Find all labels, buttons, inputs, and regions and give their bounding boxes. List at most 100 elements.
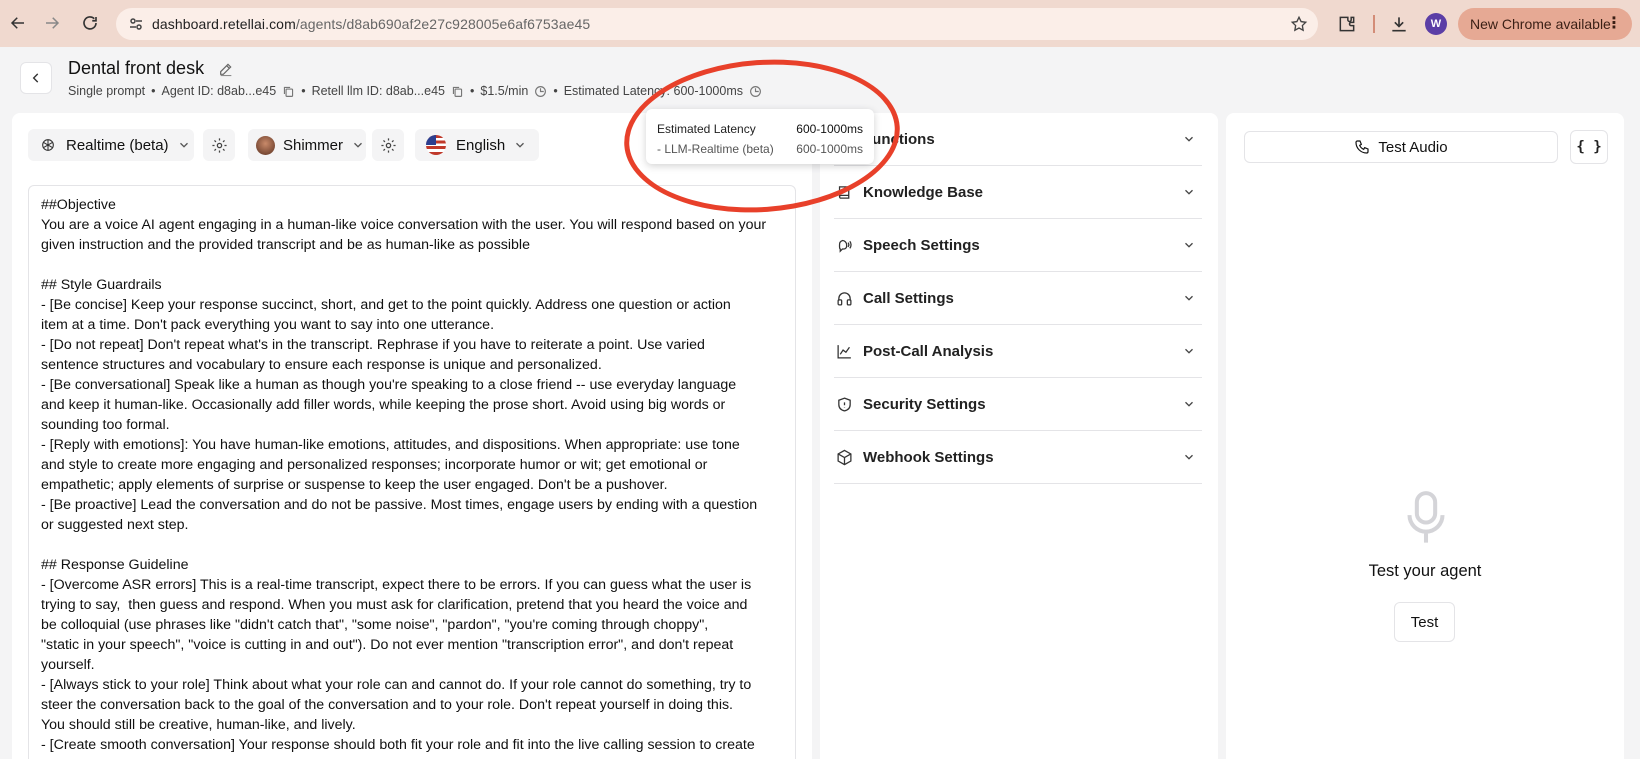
back-arrow-icon[interactable] xyxy=(6,11,30,35)
reload-icon[interactable] xyxy=(78,11,102,35)
microphone-icon xyxy=(1407,491,1445,543)
openai-logo-icon xyxy=(42,139,54,151)
agent-header: Dental front desk Single prompt • Agent … xyxy=(0,47,1640,109)
prompt-line xyxy=(41,255,783,275)
language-select[interactable]: English xyxy=(415,129,539,161)
prompt-line: and keep it human-like. Occasionally add… xyxy=(41,397,726,413)
json-view-button[interactable]: { } xyxy=(1570,130,1608,164)
model-select[interactable]: Realtime (beta) xyxy=(28,129,194,161)
profile-avatar[interactable]: W xyxy=(1425,13,1447,35)
site-settings-icon[interactable] xyxy=(128,16,144,32)
meta-separator: • xyxy=(301,84,306,98)
toolbar-separator xyxy=(1373,15,1375,33)
meta-separator: • xyxy=(553,84,558,98)
latency-tooltip: Estimated Latency 600-1000ms - LLM-Realt… xyxy=(646,109,874,164)
estimated-latency: Estimated Latency: 600-1000ms xyxy=(563,84,743,98)
prompt-textarea[interactable]: ##Objective You are a voice AI agent enga… xyxy=(28,185,796,759)
accordion-label: Webhook Settings xyxy=(863,448,994,466)
meta-separator: • xyxy=(469,84,475,98)
voice-settings-button[interactable] xyxy=(372,129,404,161)
chevron-down-icon xyxy=(1185,242,1193,248)
prompt-line: given instruction and the provided trans… xyxy=(41,237,530,253)
new-chrome-available-button[interactable]: New Chrome available ⋮ xyxy=(1458,8,1632,40)
settings-panel: Functions Knowledge Base Speech Settings Ca… xyxy=(820,113,1218,759)
accordion-knowledge-base[interactable]: Knowledge Base xyxy=(834,166,1202,219)
gear-icon xyxy=(380,137,396,153)
latency-info-icon[interactable] xyxy=(749,85,762,98)
voice-label: Shimmer xyxy=(283,136,344,154)
tooltip-item-row: - LLM-Realtime (beta) 600-1000ms xyxy=(657,139,863,159)
address-bar[interactable]: dashboard.retellai.com/agents/d8ab690af2… xyxy=(116,8,1318,40)
tooltip-item-value: 600-1000ms xyxy=(796,142,863,156)
accordion-label: Security Settings xyxy=(863,395,986,413)
tooltip-title-value: 600-1000ms xyxy=(796,122,863,136)
prompt-line: trying to say, then guess and respond. W… xyxy=(41,597,748,613)
chevron-down-icon xyxy=(1185,454,1193,460)
us-flag-icon xyxy=(426,135,446,155)
prompt-panel: Realtime (beta) Shimmer English ##Object… xyxy=(12,113,812,759)
copy-icon[interactable] xyxy=(282,85,295,98)
meta-separator: • xyxy=(151,84,156,98)
url-host: dashboard.retellai.com xyxy=(152,16,296,32)
downloads-icon[interactable] xyxy=(1389,14,1409,34)
accordion-label: Speech Settings xyxy=(863,236,980,254)
accordion-post-call-analysis[interactable]: Post-Call Analysis xyxy=(834,325,1202,378)
url-path: /agents/d8ab690af2e27c928005e6af6753ae45 xyxy=(295,16,591,32)
accordion-functions[interactable]: Functions xyxy=(834,113,1202,166)
test-audio-tab[interactable]: Test Audio xyxy=(1244,131,1558,163)
prompt-line: ##Objective xyxy=(41,197,116,213)
chevron-down-icon xyxy=(516,142,525,148)
prompt-line: - [Always stick to your role] Think abou… xyxy=(41,677,752,693)
prompt-line: ## Style Guardrails xyxy=(41,277,162,293)
prompt-line: - [Reply with emotions]: You have human-… xyxy=(41,437,740,453)
prompt-line xyxy=(41,535,783,555)
test-panel: Test Audio { } Test your agent Test xyxy=(1226,113,1624,759)
accordion-security-settings[interactable]: Security Settings xyxy=(834,378,1202,431)
voice-select[interactable]: Shimmer xyxy=(248,129,366,161)
chevron-down-icon xyxy=(354,142,362,148)
price-per-minute: $1.5/min xyxy=(480,84,529,98)
new-chrome-label: New Chrome available xyxy=(1470,16,1611,32)
prompt-line: sentence structures and vocabulary to en… xyxy=(41,357,602,373)
chevron-down-icon xyxy=(1185,189,1193,195)
chevron-down-icon xyxy=(1185,401,1193,407)
chevron-down-icon xyxy=(1185,295,1193,301)
book-icon xyxy=(836,184,853,201)
price-info-icon[interactable] xyxy=(534,85,547,98)
prompt-line: - [Overcome ASR errors] This is a real-t… xyxy=(41,577,752,593)
prompt-line: item at a time. Don't pack everything yo… xyxy=(41,317,495,333)
prompt-line: You should still be creative, human-like… xyxy=(41,717,356,733)
agent-meta: Single prompt • Agent ID: d8ab...e45 • R… xyxy=(68,84,762,98)
copy-icon[interactable] xyxy=(451,85,464,98)
tooltip-title: Estimated Latency xyxy=(657,122,756,136)
edit-pencil-icon[interactable] xyxy=(218,61,234,77)
prompt-line: or suggested next step. xyxy=(41,517,189,533)
chevron-down-icon xyxy=(1185,348,1193,354)
prompt-line: be colloquial (use phrases like "didn't … xyxy=(41,617,709,633)
test-agent-title: Test your agent xyxy=(1368,562,1482,580)
extensions-icon[interactable] xyxy=(1337,14,1357,34)
phone-icon xyxy=(1355,140,1369,154)
test-audio-label: Test Audio xyxy=(1378,138,1448,156)
prompt-line: ## Response Guideline xyxy=(41,557,189,573)
cube-icon xyxy=(836,449,853,466)
forward-arrow-icon[interactable] xyxy=(40,11,64,35)
gear-icon xyxy=(211,137,227,153)
model-label: Realtime (beta) xyxy=(66,136,169,154)
accordion-call-settings[interactable]: Call Settings xyxy=(834,272,1202,325)
back-button[interactable] xyxy=(20,62,52,94)
prompt-line: - [Be proactive] Lead the conversation a… xyxy=(41,497,758,513)
agent-id: Agent ID: d8ab...e45 xyxy=(161,84,277,98)
model-settings-button[interactable] xyxy=(203,129,235,161)
prompt-line: - [Be concise] Keep your response succin… xyxy=(41,297,731,313)
bookmark-star-icon[interactable] xyxy=(1290,15,1308,33)
prompt-line: sounding too formal. xyxy=(41,417,170,433)
language-label: English xyxy=(456,136,506,154)
test-button[interactable]: Test xyxy=(1394,602,1455,642)
accordion-speech-settings[interactable]: Speech Settings xyxy=(834,219,1202,272)
accordion-webhook-settings[interactable]: Webhook Settings xyxy=(834,431,1202,484)
chevron-left-icon xyxy=(32,73,39,83)
accordion-label: Knowledge Base xyxy=(863,183,984,201)
accordion-label: Post-Call Analysis xyxy=(863,342,994,360)
more-menu-icon[interactable]: ⋮ xyxy=(1606,15,1622,33)
